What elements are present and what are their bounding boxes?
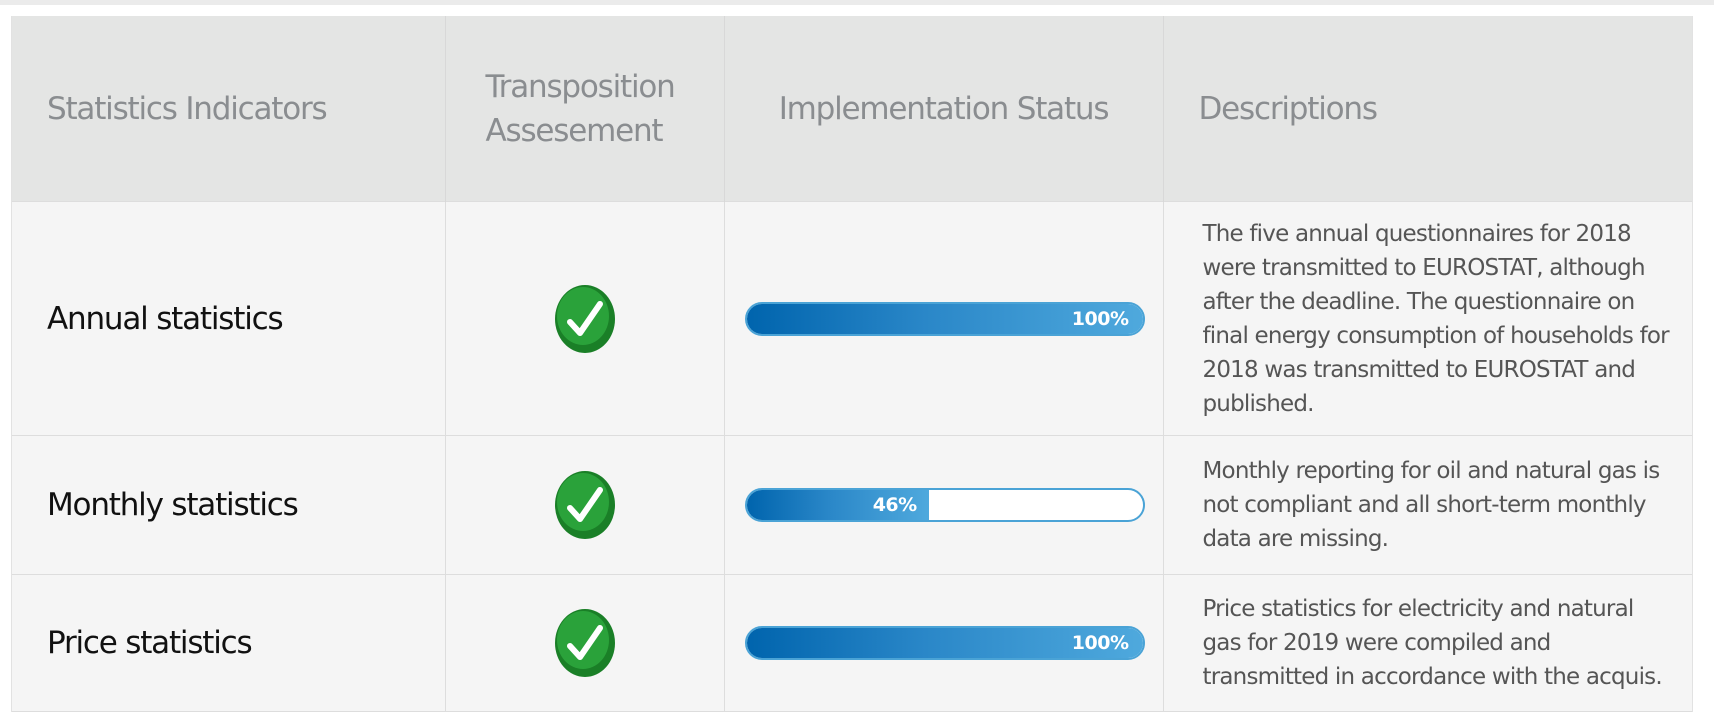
description-cell: Price statistics for electricity and nat…	[1163, 574, 1692, 712]
header-descriptions: Descriptions	[1163, 16, 1692, 202]
progress-label: 100%	[1071, 307, 1129, 330]
progress-bar: 100%	[744, 626, 1145, 660]
header-transposition-line2: Assesement	[485, 112, 664, 149]
status-cell: 46%	[724, 435, 1164, 575]
progress-label: 46%	[872, 494, 917, 516]
table-row: Monthly statistics 46% Monthly reporting…	[12, 435, 1692, 575]
description-cell: Monthly reporting for oil and natural ga…	[1163, 435, 1692, 575]
assessment-cell	[445, 435, 725, 575]
green-check-icon	[554, 284, 615, 353]
top-strip	[0, 0, 1714, 5]
assessment-cell	[445, 574, 725, 712]
header-statistics-indicators: Statistics Indicators	[12, 16, 446, 202]
table-row: Price statistics 100% Price statistics f…	[12, 574, 1692, 712]
header-transposition-line1: Transposition	[485, 68, 676, 105]
header-transposition-assessment: Transposition Assesement	[445, 16, 725, 202]
green-check-icon	[554, 609, 615, 677]
progress-bar: 46%	[744, 488, 1145, 522]
description-cell: The five annual questionnaires for 2018 …	[1163, 201, 1692, 436]
table-header-row: Statistics Indicators Transposition Asse…	[12, 16, 1692, 202]
statistics-table: Statistics Indicators Transposition Asse…	[11, 16, 1693, 712]
status-cell: 100%	[724, 201, 1164, 436]
progress-label: 100%	[1071, 632, 1129, 654]
table-row: Annual statistics 100% The five annual q…	[12, 201, 1692, 436]
progress-bar: 100%	[744, 301, 1145, 336]
indicator-cell: Annual statistics	[12, 201, 446, 436]
indicator-cell: Price statistics	[12, 574, 446, 712]
green-check-icon	[554, 471, 615, 539]
header-implementation-status: Implementation Status	[724, 16, 1164, 202]
assessment-cell	[445, 201, 725, 436]
statistics-table-grid: Statistics Indicators Transposition Asse…	[12, 16, 1692, 712]
status-cell: 100%	[724, 574, 1164, 712]
indicator-cell: Monthly statistics	[12, 435, 446, 575]
